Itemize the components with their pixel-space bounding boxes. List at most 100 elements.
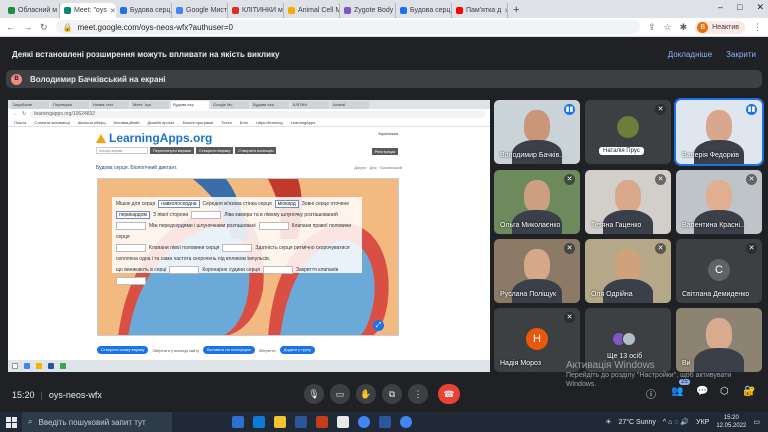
dictation-text-segment: Коронарне судини серця <box>202 267 260 273</box>
logo-text: LearningApps.org <box>109 131 213 145</box>
la-footer-item: Додати у групу <box>279 346 316 354</box>
dictation-line <box>116 276 358 287</box>
browser-tab[interactable]: Будова серц✕ <box>396 3 452 18</box>
participant-face <box>524 249 550 281</box>
shared-bookmark: Дизайн проект <box>147 120 175 125</box>
people-count-badge: 25 <box>679 379 690 385</box>
participant-tile[interactable]: Ольга Миколаєнко ✕ <box>494 170 580 234</box>
participant-face <box>615 249 641 281</box>
end-call-button[interactable]: ☎ <box>438 384 460 404</box>
clock[interactable]: 15:20 12.05.2022 <box>716 414 746 430</box>
present-icon: ⧉ <box>388 389 396 399</box>
chrome-icon[interactable] <box>358 416 370 428</box>
browser-tab[interactable]: Meet: "oys ✕ <box>60 3 116 18</box>
participant-tile[interactable]: Володимир Бачків... ▮▮ <box>494 100 580 164</box>
browser-tab[interactable]: КЛІТИНКИ м✕ <box>228 3 284 18</box>
people-icon[interactable]: 👥 <box>671 386 683 397</box>
browser-tab-strip: Обласний м✕Meet: "oys✕Будова серц✕Google… <box>0 0 768 18</box>
mic-off-icon: ✕ <box>564 312 575 323</box>
mic-icon: 🎙 <box>308 389 320 399</box>
more-options-button[interactable]: ⋮ <box>408 384 428 404</box>
shared-tab: Перевірка <box>51 101 89 109</box>
info-icon[interactable]: ⓘ <box>646 386 656 401</box>
new-tab-button[interactable]: + <box>508 3 524 18</box>
participant-tile[interactable]: Тетяна Гаценко ✕ <box>585 170 671 234</box>
browser-tab[interactable]: Google Миста✕ <box>172 3 228 18</box>
powerpoint-icon[interactable] <box>316 416 328 428</box>
task-view-icon[interactable] <box>232 416 244 428</box>
raise-hand-button[interactable]: ✋ <box>356 384 376 404</box>
participant-name: Руслана Поліщук <box>500 291 557 298</box>
share-icon[interactable]: ⇪ <box>648 22 656 33</box>
dictation-text-segment: Між передсердями і шлуночками розташован… <box>149 223 256 229</box>
more-icon: ⋮ <box>413 389 423 399</box>
participant-tile[interactable]: Наталія Прус ✕ <box>585 100 671 164</box>
edge-icon[interactable] <box>253 416 265 428</box>
explorer-icon[interactable] <box>274 416 286 428</box>
photos-icon[interactable] <box>337 416 349 428</box>
dictation-text-segment: охоплена одна і та сама частота скорочен… <box>116 256 271 262</box>
exercise-title-row: Будова серця. Біологічний диктант. Дякую… <box>96 165 402 171</box>
la-footer-item: Вставити на платформі <box>203 346 255 354</box>
answer-blank <box>191 210 222 219</box>
dictation-text-segment: Зовні серце оточене <box>301 201 350 207</box>
browser-tab[interactable]: Animal Cell Mo✕ <box>284 3 340 18</box>
participant-name: Валерія Федорків <box>682 152 739 159</box>
participant-tile[interactable]: Валентина Красні... ✕ <box>676 170 762 234</box>
omnibox[interactable]: 🔒 meet.google.com/oys-neos-wfx?authuser=… <box>55 20 640 34</box>
activities-icon[interactable]: ⬡ <box>720 386 729 397</box>
filled-answer: перикардом <box>116 210 150 219</box>
camera-icon: ▭ <box>335 389 345 399</box>
chrome-icon-2[interactable] <box>400 416 412 428</box>
warning-message: Деякі встановлені розширення можуть впли… <box>12 49 280 59</box>
browser-tab[interactable]: Обласний м✕ <box>4 3 60 18</box>
menu-icon[interactable]: ⋮ <box>753 22 762 33</box>
mic-off-icon: ✕ <box>564 174 575 185</box>
mic-button[interactable]: 🎙 <box>304 384 324 404</box>
dictation-line: Між передсердями і шлуночками розташован… <box>116 221 358 243</box>
word-icon[interactable] <box>295 416 307 428</box>
minimize-icon[interactable]: – <box>718 2 723 13</box>
exercise-meta: Дякую · Дня · Бачківський <box>354 165 402 170</box>
tray-icons[interactable]: ^ ⌂ ◌ 🔊 <box>663 418 689 426</box>
forward-icon[interactable]: → <box>23 22 32 32</box>
word-icon-2[interactable] <box>379 416 391 428</box>
extensions-icon[interactable]: ✱ <box>680 22 688 33</box>
present-button[interactable]: ⧉ <box>382 384 402 404</box>
reload-icon[interactable]: ↻ <box>40 22 48 33</box>
browser-tab[interactable]: Zygote Body✕ <box>340 3 396 18</box>
participant-tile[interactable]: Валерія Федорків ▮▮ <box>674 98 764 166</box>
shared-url: learningapps.org/10624832 <box>30 110 485 118</box>
shared-tab: Meet: 'oys <box>131 101 169 109</box>
learningapps-footer: Створити схожу вправу Зберігати у вигляді… <box>97 345 399 355</box>
details-link[interactable]: Докладніше <box>668 50 712 59</box>
star-icon[interactable]: ☆ <box>664 22 672 33</box>
language-indicator[interactable]: УКР <box>696 419 709 426</box>
camera-button[interactable]: ▭ <box>330 384 350 404</box>
host-controls-icon[interactable]: 🔐 <box>743 386 755 397</box>
shared-tab: Google Мс <box>211 101 249 109</box>
url-text: meet.google.com/oys-neos-wfx?authuser=0 <box>77 22 233 32</box>
dictation-line: Клапани лівої половини серця Здатність се… <box>116 243 358 254</box>
profile-button[interactable]: В Неактив <box>695 20 745 34</box>
participant-tile[interactable]: С Світлана Демиденко ✕ <box>676 239 762 303</box>
browser-tab[interactable]: Будова серц✕ <box>116 3 172 18</box>
maximize-icon[interactable]: □ <box>737 2 742 13</box>
tab-label: Пам'ятка д <box>466 7 502 14</box>
participant-face <box>706 110 732 142</box>
shared-bookmark: Класні програми <box>182 120 214 125</box>
back-icon[interactable]: ← <box>6 22 15 32</box>
chat-icon[interactable]: 💬 <box>696 386 708 397</box>
close-warning-link[interactable]: Закрити <box>726 50 756 59</box>
tab-favicon-icon <box>120 7 127 14</box>
start-button[interactable] <box>0 412 22 432</box>
taskbar-search[interactable]: ⌕ Введіть пошуковий запит тут <box>22 412 172 432</box>
participant-tile[interactable]: Руслана Поліщук ✕ <box>494 239 580 303</box>
close-window-icon[interactable]: ✕ <box>756 2 764 13</box>
participant-tile[interactable]: Оля Одрійна ✕ <box>585 239 671 303</box>
browser-tab[interactable]: Пам'ятка д✕ <box>452 3 508 18</box>
profile-label: Неактив <box>712 23 739 31</box>
shared-bookmark: Шкільна кіберц <box>77 120 106 125</box>
notifications-icon[interactable]: ▭ <box>753 418 760 426</box>
tab-close-icon[interactable]: ✕ <box>110 7 116 15</box>
